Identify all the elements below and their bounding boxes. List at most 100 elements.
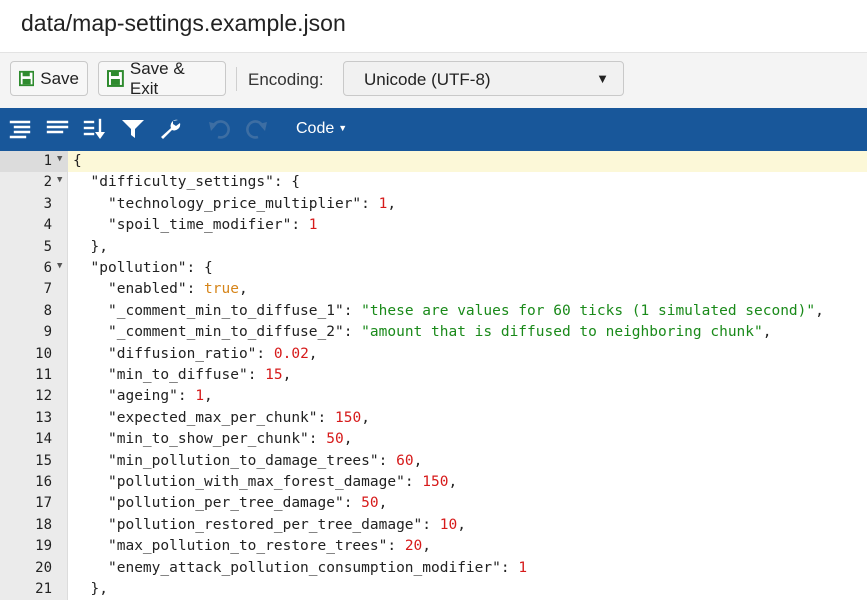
code-token: "pollution_with_max_forest_damage"	[108, 474, 405, 490]
line-number: 19	[35, 538, 52, 555]
line-number: 15	[35, 452, 52, 469]
code-text: "pollution_with_max_forest_damage": 150,	[108, 474, 457, 490]
line-number: 2	[43, 174, 52, 191]
action-bar: Save Save & Exit Encoding: Unicode (UTF-…	[0, 52, 867, 108]
code-line[interactable]: 13 "expected_max_per_chunk": 150,	[0, 408, 867, 429]
fold-toggle-icon[interactable]: ▼	[57, 175, 62, 185]
code-token: : {	[186, 260, 213, 276]
sort-icon[interactable]	[83, 118, 107, 140]
code-text: "expected_max_per_chunk": 150,	[108, 410, 370, 426]
line-number: 14	[35, 431, 52, 448]
code-line[interactable]: 21},	[0, 579, 867, 600]
code-line[interactable]: 4 "spoil_time_modifier": 1	[0, 215, 867, 236]
code-token: ,	[238, 281, 248, 298]
code-text: },	[91, 239, 108, 255]
code-token: "pollution"	[90, 260, 187, 276]
dropdown-caret-icon: ▼	[596, 71, 609, 86]
code-token: 15	[265, 367, 283, 383]
code-line[interactable]: 18 "pollution_restored_per_tree_damage": …	[0, 515, 867, 536]
code-text: "_comment_min_to_diffuse_2": "amount tha…	[108, 324, 771, 340]
code-token: :	[247, 367, 266, 383]
code-line[interactable]: 15 "min_pollution_to_damage_trees": 60,	[0, 451, 867, 472]
code-line[interactable]: 17 "pollution_per_tree_damage": 50,	[0, 493, 867, 514]
code-text: "max_pollution_to_restore_trees": 20,	[108, 538, 431, 554]
editor-toolbar: Code ▼	[0, 108, 867, 151]
line-number: 4	[43, 217, 52, 234]
fold-toggle-icon[interactable]: ▼	[57, 261, 62, 271]
code-line[interactable]: 3 "technology_price_multiplier": 1,	[0, 194, 867, 215]
code-text: "diffusion_ratio": 0.02,	[108, 346, 318, 362]
code-line[interactable]: 1 ▼ {	[0, 151, 867, 172]
save-icon	[107, 70, 124, 87]
code-line[interactable]: 19 "max_pollution_to_restore_trees": 20,	[0, 536, 867, 557]
code-line[interactable]: 6 ▼ "pollution": {	[0, 258, 867, 279]
code-text: "_comment_min_to_diffuse_1": "these are …	[108, 303, 824, 319]
encoding-value: Unicode (UTF-8)	[364, 70, 491, 89]
code-token: "pollution_per_tree_damage"	[108, 495, 344, 512]
code-token: "these are values for 60 ticks (1 simula…	[361, 302, 816, 319]
code-token: 150	[422, 474, 449, 490]
line-number: 13	[35, 409, 52, 426]
code-token: 20	[404, 538, 423, 555]
format-icon[interactable]	[9, 118, 33, 140]
code-line[interactable]: 5},	[0, 237, 867, 258]
code-token: },	[90, 581, 108, 597]
undo-icon[interactable]	[208, 118, 232, 140]
toolbar-divider	[236, 67, 237, 91]
line-number: 3	[43, 195, 52, 212]
code-token: "min_to_show_per_chunk"	[108, 431, 309, 448]
line-number: 18	[35, 516, 52, 533]
code-token: 1	[195, 388, 205, 405]
code-line[interactable]: 16 "pollution_with_max_forest_damage": 15…	[0, 472, 867, 493]
mode-dropdown[interactable]: Code ▼	[296, 120, 347, 138]
code-token: 150	[334, 409, 362, 426]
code-token: ,	[422, 538, 432, 555]
code-token: 50	[326, 431, 344, 448]
code-text: "pollution_per_tree_damage": 50,	[108, 495, 387, 511]
code-text: "enabled": true,	[108, 281, 248, 297]
save-and-exit-label: Save & Exit	[129, 58, 185, 98]
code-token: ,	[282, 367, 292, 383]
code-token: "expected_max_per_chunk"	[108, 409, 318, 426]
redo-icon[interactable]	[244, 118, 268, 140]
code-line[interactable]: 20 "enemy_attack_pollution_consumption_mo…	[0, 558, 867, 579]
code-text: "pollution": {	[91, 260, 213, 276]
fold-toggle-icon[interactable]: ▼	[57, 154, 62, 164]
line-number: 1	[43, 153, 52, 169]
code-line[interactable]: 12 "ageing": 1,	[0, 386, 867, 407]
compact-icon[interactable]	[46, 118, 70, 140]
code-token: 1	[518, 559, 528, 576]
code-token: :	[343, 302, 362, 319]
code-line[interactable]: 14 "min_to_show_per_chunk": 50,	[0, 429, 867, 450]
line-number: 17	[35, 495, 52, 512]
code-token: "enemy_attack_pollution_consumption_modi…	[108, 559, 501, 576]
code-line[interactable]: 10 "diffusion_ratio": 0.02,	[0, 344, 867, 365]
code-token: "_comment_min_to_diffuse_1"	[108, 302, 344, 319]
code-text: {	[73, 153, 82, 169]
code-token: ,	[308, 345, 318, 362]
code-line[interactable]: 9 "_comment_min_to_diffuse_2": "amount th…	[0, 322, 867, 343]
repair-icon[interactable]	[158, 118, 182, 140]
code-token: : {	[273, 174, 301, 191]
code-token: :	[378, 452, 397, 469]
code-token: ,	[448, 474, 458, 490]
code-line[interactable]: 7 "enabled": true,	[0, 279, 867, 300]
code-line[interactable]: 2 ▼ "difficulty_settings": {	[0, 172, 867, 193]
code-text: "min_to_show_per_chunk": 50,	[108, 431, 352, 447]
encoding-select[interactable]: Unicode (UTF-8) ▼	[343, 61, 624, 96]
code-token: ,	[387, 195, 397, 212]
save-button[interactable]: Save	[10, 61, 88, 96]
code-line[interactable]: 11 "min_to_diffuse": 15,	[0, 365, 867, 386]
line-number: 7	[43, 281, 52, 298]
line-number: 5	[43, 238, 52, 255]
save-icon	[19, 70, 35, 87]
code-token: :	[291, 217, 309, 234]
filter-icon[interactable]	[121, 118, 145, 140]
mode-label: Code	[296, 120, 335, 137]
code-token: :	[387, 538, 405, 555]
save-and-exit-button[interactable]: Save & Exit	[98, 58, 226, 98]
code-token: ,	[378, 495, 388, 512]
code-token: {	[73, 153, 82, 169]
encoding-label: Encoding:	[248, 70, 324, 89]
code-line[interactable]: 8 "_comment_min_to_diffuse_1": "these are…	[0, 301, 867, 322]
